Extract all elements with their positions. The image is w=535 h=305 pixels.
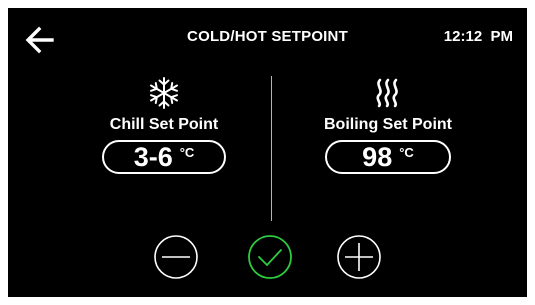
check-circle-icon <box>248 235 292 279</box>
snowflake-icon <box>150 77 178 109</box>
chill-setpoint-value-field[interactable]: 3-6 °C <box>102 140 226 174</box>
confirm-button[interactable] <box>247 234 293 280</box>
boiling-setpoint-value: 98 <box>362 141 393 172</box>
minus-circle-icon <box>154 235 198 279</box>
decrease-button[interactable] <box>153 234 199 280</box>
chill-setpoint-unit: °C <box>179 145 195 160</box>
increase-button[interactable] <box>336 234 382 280</box>
section-divider <box>271 76 272 221</box>
boiling-setpoint-label: Boiling Set Point <box>324 116 452 133</box>
boiling-setpoint-unit: °C <box>399 145 414 160</box>
chill-setpoint-value: 3-6 <box>133 141 173 172</box>
screen: COLD/HOT SETPOINT 12:12 PM Chill Set Poi… <box>0 0 535 305</box>
plus-circle-icon <box>337 235 381 279</box>
heat-waves-icon <box>376 78 398 108</box>
chill-setpoint-label: Chill Set Point <box>109 116 219 133</box>
boiling-setpoint-section: Boiling Set Point 98 °C <box>288 76 488 174</box>
boiling-setpoint-value-field[interactable]: 98 °C <box>325 140 451 174</box>
setpoint-panel: COLD/HOT SETPOINT 12:12 PM Chill Set Poi… <box>8 8 527 297</box>
clock: 12:12 PM <box>443 28 513 45</box>
chill-setpoint-section: Chill Set Point 3-6 °C <box>64 76 264 174</box>
